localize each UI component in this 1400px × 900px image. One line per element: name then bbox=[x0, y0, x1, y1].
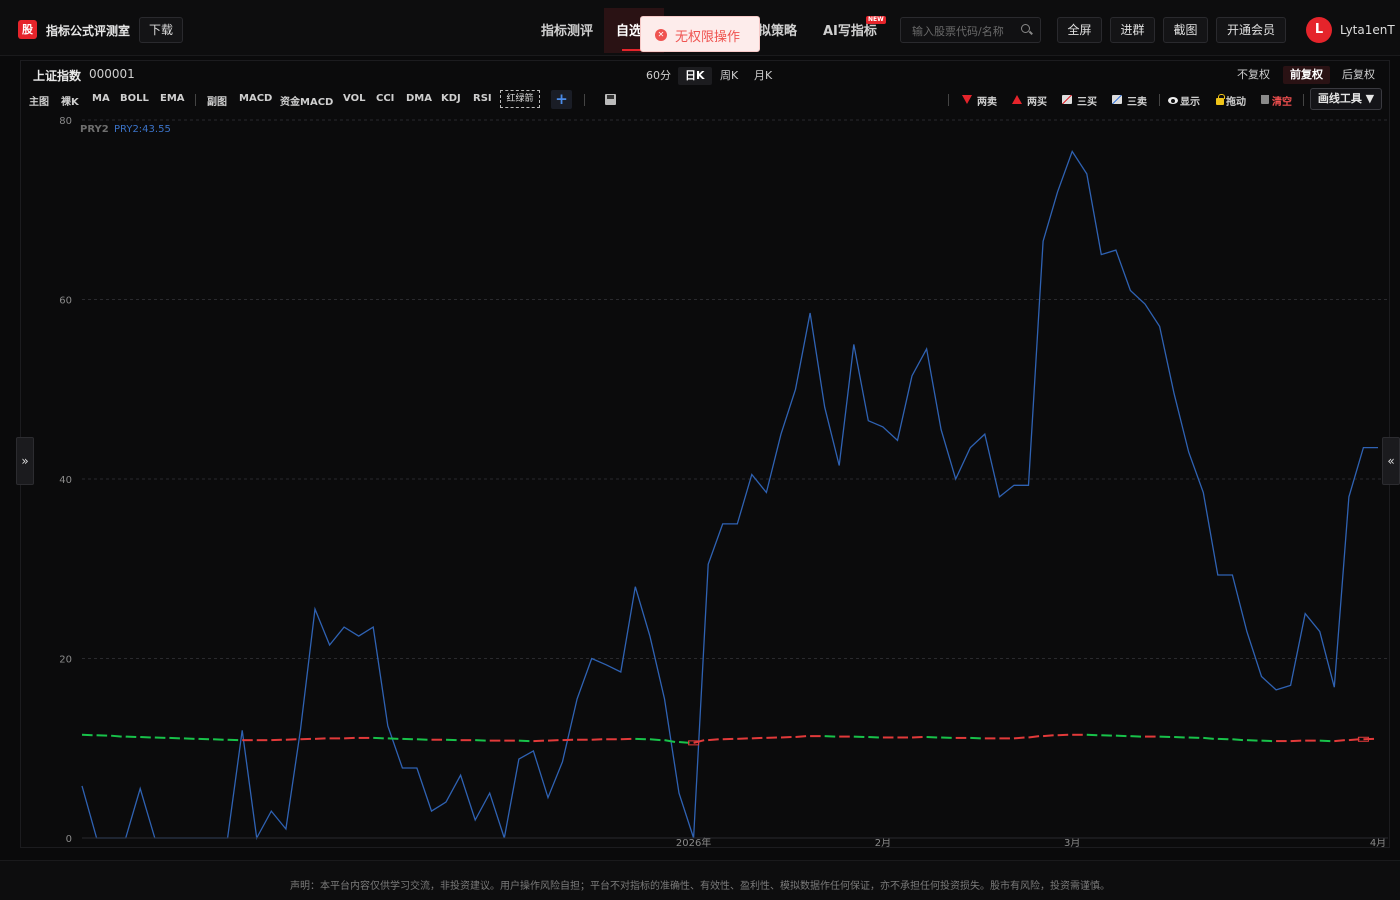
draw-three-buy[interactable]: 三买 bbox=[1077, 93, 1097, 108]
search-placeholder: 输入股票代码/名称 bbox=[912, 25, 1004, 38]
triangle-up-icon bbox=[1012, 95, 1022, 104]
indicator-segment bbox=[111, 734, 122, 738]
draw-two-buy[interactable]: 两买 bbox=[1027, 93, 1047, 108]
tool-macd[interactable]: MACD bbox=[239, 93, 272, 104]
screenshot-button[interactable]: 截图 bbox=[1163, 17, 1208, 43]
indicator-segment bbox=[1334, 739, 1345, 743]
download-button[interactable]: 下载 bbox=[139, 17, 183, 43]
x-tick-label: 2月 bbox=[875, 837, 891, 848]
stock-code: 000001 bbox=[89, 67, 135, 81]
indicator-segment bbox=[649, 738, 661, 742]
trend-line-sell-icon bbox=[1112, 95, 1122, 104]
avatar[interactable]: L bbox=[1306, 17, 1332, 43]
fullscreen-button[interactable]: 全屏 bbox=[1057, 17, 1102, 43]
period-60min[interactable]: 60分 bbox=[639, 67, 678, 85]
indicator-segment bbox=[1203, 736, 1214, 740]
expand-right-handle[interactable]: « bbox=[1382, 437, 1400, 485]
indicator-segment bbox=[708, 738, 719, 742]
username[interactable]: Lyta1enT bbox=[1340, 23, 1395, 37]
toolbar-divider bbox=[1159, 94, 1160, 106]
app-title: 指标公式评测室 bbox=[46, 24, 131, 38]
indicator-segment bbox=[1028, 735, 1040, 739]
tool-sub-chart[interactable]: 副图 bbox=[207, 93, 227, 108]
nav-watchlist[interactable]: 自选 bbox=[616, 20, 642, 39]
toast-message: 无权限操作 bbox=[675, 30, 741, 45]
indicator-segment bbox=[664, 739, 676, 743]
disclaimer-text: 声明：本平台内容仅供学习交流，非投资建议。用户操作风险自担；平台不对指标的准确性… bbox=[290, 881, 1110, 892]
tool-vol[interactable]: VOL bbox=[343, 93, 365, 104]
indicator-segment bbox=[1348, 738, 1360, 742]
indicator-segment bbox=[795, 735, 807, 739]
toolbar-divider bbox=[948, 94, 949, 106]
y-tick-label: 20 bbox=[59, 655, 72, 666]
main-series-line bbox=[81, 149, 1378, 841]
legend-label: PRY2 bbox=[80, 124, 109, 135]
tool-kdj[interactable]: KDJ bbox=[441, 93, 461, 104]
permission-toast: ✕ 无权限操作 bbox=[640, 16, 760, 52]
search-icon[interactable] bbox=[1021, 24, 1030, 33]
toolbar-divider bbox=[195, 94, 196, 106]
adjust-none[interactable]: 不复权 bbox=[1230, 66, 1277, 84]
trash-icon bbox=[1261, 95, 1269, 104]
draw-drag[interactable]: 拖动 bbox=[1226, 93, 1246, 108]
triangle-down-icon bbox=[962, 95, 972, 104]
app-logo[interactable]: 股 bbox=[18, 20, 37, 39]
chart-area[interactable]: 0 20 40 60 80 PRY2 PRY2:43.55 2026年 2月 3月 4月 bbox=[20, 112, 1390, 849]
nav-active-indicator bbox=[622, 49, 642, 51]
y-tick-label: 60 bbox=[59, 296, 72, 307]
y-tick-label: 40 bbox=[59, 475, 72, 486]
tool-boll[interactable]: BOLL bbox=[120, 93, 149, 104]
indicator-segment bbox=[678, 740, 690, 744]
trend-line-buy-icon bbox=[1062, 95, 1072, 104]
x-tick-label: 3月 bbox=[1064, 837, 1080, 848]
nav-indicator-review[interactable]: 指标测评 bbox=[541, 20, 593, 39]
lock-icon bbox=[1216, 94, 1225, 105]
legend-value: PRY2:43.55 bbox=[114, 124, 171, 135]
indicator-red-green-arrow[interactable]: 红绿箭 bbox=[500, 90, 540, 108]
indicator-segment bbox=[1232, 738, 1244, 742]
toolbar-divider bbox=[584, 94, 585, 106]
top-bar: 股 指标公式评测室 下载 指标测评 自选 模拟策略 AI写指标 NEW ✕ 无权… bbox=[0, 0, 1400, 56]
period-daily[interactable]: 日K bbox=[678, 67, 712, 85]
tool-rsi[interactable]: RSI bbox=[473, 93, 492, 104]
period-weekly[interactable]: 周K bbox=[713, 67, 745, 85]
tool-dma[interactable]: DMA bbox=[406, 93, 432, 104]
draw-clear[interactable]: 清空 bbox=[1272, 93, 1292, 108]
add-indicator-button[interactable]: + bbox=[551, 90, 572, 109]
tool-ma[interactable]: MA bbox=[92, 93, 110, 104]
expand-left-handle[interactable]: » bbox=[16, 437, 34, 485]
save-icon[interactable] bbox=[605, 94, 616, 105]
draw-two-sell[interactable]: 两卖 bbox=[977, 93, 997, 108]
tool-fund-macd[interactable]: 资金MACD bbox=[280, 93, 333, 108]
x-tick-label: 4月 bbox=[1370, 837, 1386, 848]
y-tick-label: 0 bbox=[66, 834, 72, 845]
tool-ema[interactable]: EMA bbox=[160, 93, 185, 104]
open-membership-button[interactable]: 开通会员 bbox=[1216, 17, 1286, 43]
draw-three-sell[interactable]: 三卖 bbox=[1127, 93, 1147, 108]
footer: 声明：本平台内容仅供学习交流，非投资建议。用户操作风险自担；平台不对指标的准确性… bbox=[0, 860, 1400, 900]
indicator-segment bbox=[1042, 734, 1054, 738]
tool-cci[interactable]: CCI bbox=[376, 93, 394, 104]
stock-name: 上证指数 bbox=[33, 69, 82, 83]
draw-show[interactable]: 显示 bbox=[1180, 93, 1200, 108]
error-icon: ✕ bbox=[655, 29, 667, 41]
period-monthly[interactable]: 月K bbox=[747, 67, 779, 85]
eye-icon bbox=[1168, 97, 1178, 104]
drawing-tools-dropdown[interactable]: 画线工具 ▼ bbox=[1310, 88, 1382, 110]
y-tick-label: 80 bbox=[59, 116, 72, 127]
tool-main-chart[interactable]: 主图 bbox=[29, 93, 49, 108]
tool-bare-k[interactable]: 裸K bbox=[61, 93, 79, 108]
stock-search-input[interactable]: 输入股票代码/名称 bbox=[900, 17, 1041, 43]
main-chart[interactable]: 020406080PRY2 PRY2:43.552026年 2月 3月 4月 bbox=[20, 112, 1390, 849]
new-badge: NEW bbox=[866, 16, 886, 24]
adjust-forward[interactable]: 前复权 bbox=[1283, 66, 1330, 84]
toolbar-divider bbox=[1303, 94, 1304, 106]
join-group-button[interactable]: 进群 bbox=[1110, 17, 1155, 43]
indicator-segment bbox=[1013, 736, 1025, 740]
adjust-backward[interactable]: 后复权 bbox=[1335, 66, 1382, 84]
